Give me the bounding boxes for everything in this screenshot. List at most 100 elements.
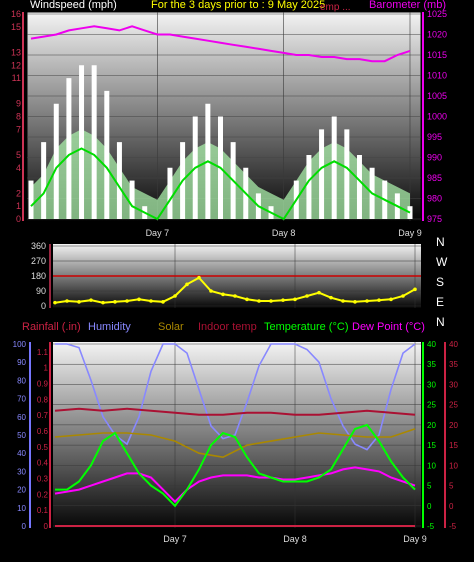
baro-tick-label: 1010: [427, 71, 447, 81]
temp-tick-label: 10: [427, 461, 436, 470]
temp-tick-label: 15: [427, 441, 436, 450]
legend-humidity: Humidity: [88, 321, 131, 333]
humidity-tick-label: 40: [17, 449, 26, 458]
humidity-tick-label: 70: [17, 395, 26, 404]
direction-point: [185, 282, 189, 287]
wind-tick-label: 7: [16, 124, 21, 134]
humidity-tick-label: 0: [22, 522, 27, 531]
temp-tick-label-right: 15: [449, 441, 458, 450]
wind-tick-label: 4: [16, 163, 21, 173]
wind-tick-label: 2: [16, 188, 21, 198]
legend-indoor-temp: Indoor temp: [198, 321, 257, 333]
direction-point: [197, 275, 201, 280]
direction-point: [353, 300, 357, 304]
direction-tick-label: 180: [31, 271, 46, 281]
direction-point: [221, 292, 225, 297]
direction-point: [281, 298, 285, 302]
humidity-tick-label: 100: [13, 340, 27, 349]
direction-tick-label: 360: [31, 241, 46, 251]
temp-tick-label: -5: [427, 522, 435, 531]
temp-tick-label-right: 25: [449, 401, 458, 410]
rain-tick-label: 0.7: [37, 411, 49, 420]
weather-chart: Windspeed (mph) For the 3 days prior to …: [11, 0, 459, 544]
baro-tick-label: 1015: [427, 50, 447, 60]
rain-tick-label: 0.5: [37, 443, 49, 452]
rain-tick-label: 0.3: [37, 475, 49, 484]
direction-point: [401, 294, 405, 298]
temp-tick-label: 35: [427, 360, 436, 369]
compass-label: N: [436, 315, 445, 329]
day-tick-label: Day 8: [283, 534, 307, 544]
chart-title-suffix: emp ...: [320, 2, 351, 13]
direction-point: [65, 299, 69, 303]
direction-tick-label: 270: [31, 256, 46, 266]
rain-tick-label: 1: [44, 364, 49, 373]
rain-tick-label: 0.2: [37, 490, 49, 499]
baro-tick-label: 975: [427, 214, 442, 224]
wind-barometer-panel: 0124578911121315169759809859909951000100…: [11, 9, 447, 238]
windspeed-axis-title: Windspeed (mph): [30, 0, 117, 11]
wind-tick-label: 11: [12, 73, 21, 83]
day-tick-label: Day 8: [272, 228, 296, 238]
baro-tick-label: 1020: [427, 30, 447, 40]
direction-point: [317, 290, 321, 295]
direction-point: [365, 299, 369, 303]
temp-tick-label: 5: [427, 482, 432, 491]
direction-point: [53, 300, 57, 305]
temp-tick-label-right: 10: [449, 461, 458, 470]
temp-tick-label: 0: [427, 502, 432, 511]
humidity-tick-label: 10: [17, 504, 26, 513]
direction-point: [293, 297, 297, 302]
rain-tick-label: 1.1: [37, 348, 49, 357]
direction-point: [389, 297, 393, 302]
direction-point: [149, 299, 153, 303]
direction-point: [161, 300, 165, 304]
direction-point: [377, 298, 381, 302]
direction-point: [89, 298, 93, 302]
temp-tick-label: 25: [427, 401, 436, 410]
temp-tick-label-right: 35: [449, 360, 458, 369]
wind-tick-label: 0: [16, 214, 21, 224]
rain-tick-label: 0.8: [37, 395, 49, 404]
temp-tick-label-right: 0: [449, 502, 454, 511]
direction-point: [113, 300, 117, 304]
compass-label: E: [436, 295, 444, 309]
day-tick-label: Day 9: [398, 228, 422, 238]
wind-tick-label: 12: [11, 60, 21, 70]
direction-point: [341, 299, 345, 303]
wind-tick-label: 5: [16, 150, 21, 160]
temp-tick-label: 20: [427, 421, 436, 430]
direction-point: [413, 287, 417, 292]
direction-point: [269, 299, 273, 303]
direction-point: [329, 295, 333, 300]
baro-tick-label: 1025: [427, 9, 447, 19]
wind-tick-label: 16: [11, 9, 21, 19]
day-tick-label: Day 7: [146, 228, 170, 238]
temp-tick-label-right: 40: [449, 340, 458, 349]
direction-point: [257, 299, 261, 303]
baro-tick-label: 990: [427, 153, 442, 163]
baro-tick-label: 1000: [427, 112, 447, 122]
direction-point: [137, 297, 141, 302]
direction-tick-label: 0: [41, 301, 46, 311]
rain-tick-label: 0.4: [37, 459, 49, 468]
wind-tick-label: 8: [16, 112, 21, 122]
wind-tick-label: 9: [16, 99, 21, 109]
wind-tick-label: 13: [11, 47, 21, 57]
rain-tick-label: 0.6: [37, 427, 49, 436]
legend-rainfall: Rainfall (.in): [22, 321, 81, 333]
humidity-tick-label: 50: [17, 431, 26, 440]
humidity-tick-label: 90: [17, 358, 26, 367]
humidity-tick-label: 80: [17, 376, 26, 385]
legend-solar: Solar: [158, 321, 184, 333]
direction-point: [173, 294, 177, 298]
humidity-tick-label: 30: [17, 467, 26, 476]
temp-humidity-panel: 010203040506070809010000.10.20.30.40.50.…: [13, 340, 459, 544]
temp-plot-area: [53, 342, 421, 528]
baro-tick-label: 985: [427, 173, 442, 183]
rain-tick-label: 0.9: [37, 380, 49, 389]
compass-label: N: [436, 235, 445, 249]
compass-label: W: [436, 255, 448, 269]
wind-tick-label: 1: [16, 201, 21, 211]
wind-tick-label: 15: [11, 22, 21, 32]
